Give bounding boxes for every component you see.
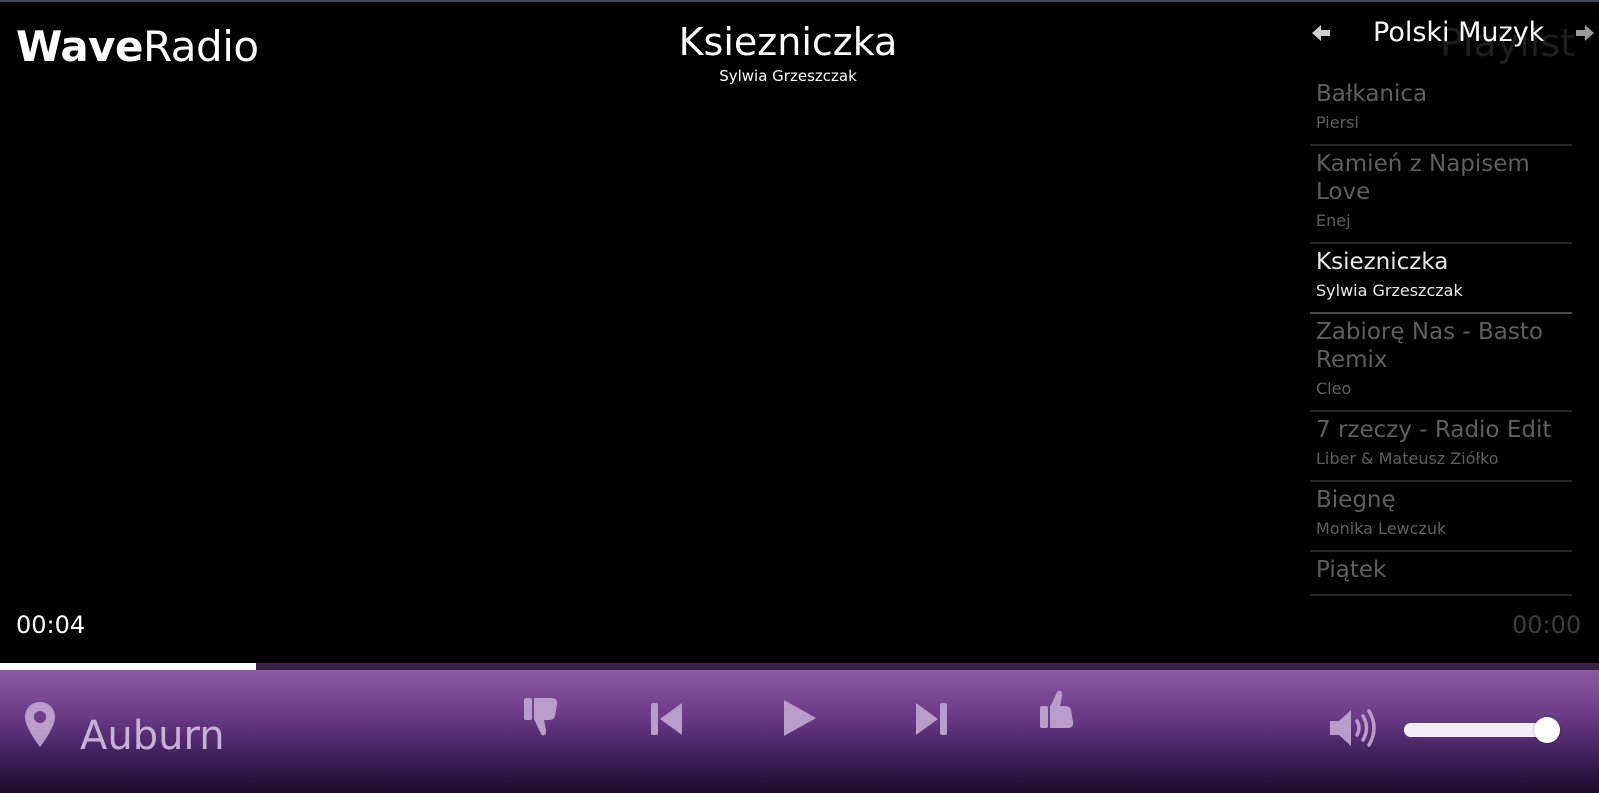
playlist-item-artist: Enej xyxy=(1316,211,1351,230)
volume-slider[interactable] xyxy=(1404,717,1560,743)
play-icon[interactable] xyxy=(780,698,818,738)
app-logo: WaveRadio xyxy=(16,22,259,72)
volume-slider-handle[interactable] xyxy=(1534,717,1560,743)
playlist-item-title: Piątek xyxy=(1316,557,1387,583)
playlist-item[interactable]: 7 rzeczy - Radio Edit Liber & Mateusz Zió… xyxy=(1310,412,1572,482)
playlist-item[interactable]: Kamień z Napisem Love Enej xyxy=(1310,146,1572,244)
progress-bar[interactable] xyxy=(0,663,1599,670)
thumbs-up-icon[interactable] xyxy=(1038,686,1078,732)
logo-wave: Wave xyxy=(16,22,144,71)
track-duration: 00:00 xyxy=(1512,611,1582,639)
playlist-item-artist: Sylwia Grzeszczak xyxy=(1316,281,1463,300)
skip-previous-icon[interactable] xyxy=(648,700,686,738)
playlist-item[interactable]: Piątek xyxy=(1310,552,1572,596)
playlist-item[interactable]: Bałkanica Piersi xyxy=(1310,76,1572,146)
playlist-item-title: Kamień z Napisem Love xyxy=(1316,151,1530,205)
map-pin-icon xyxy=(22,700,58,750)
playlist-item-title: Ksiezniczka xyxy=(1316,249,1449,275)
playlist-item[interactable]: Biegnę Monika Lewczuk xyxy=(1310,482,1572,552)
volume-icon[interactable] xyxy=(1328,706,1378,750)
thumbs-down-icon[interactable] xyxy=(522,694,562,740)
control-bar: Auburn xyxy=(0,670,1599,793)
playlist-item-title: Zabiorę Nas - Basto Remix xyxy=(1316,319,1543,373)
location-city: Auburn xyxy=(80,713,225,759)
now-playing-title: Ksiezniczka xyxy=(678,20,898,64)
playlist-item-artist: Monika Lewczuk xyxy=(1316,519,1447,538)
progress-fill xyxy=(0,663,256,670)
playlist-item-title: 7 rzeczy - Radio Edit xyxy=(1316,417,1552,443)
now-playing-artist: Sylwia Grzeszczak xyxy=(719,67,857,85)
playlist-selector: Polski Muzyk xyxy=(1310,14,1599,54)
playlist-item-title: Biegnę xyxy=(1316,487,1396,513)
logo-radio: Radio xyxy=(143,22,259,71)
arrow-left-icon[interactable] xyxy=(1310,22,1332,44)
playlist-item[interactable]: Ksiezniczka Sylwia Grzeszczak xyxy=(1310,244,1572,314)
volume-fill xyxy=(1404,723,1547,737)
playlist-list: Bałkanica Piersi Kamień z Napisem Love Enej… xyxy=(1310,76,1572,663)
playlist-item-artist: Piersi xyxy=(1316,113,1359,132)
playlist-item[interactable]: Zabiorę Nas - Basto Remix Cleo xyxy=(1310,314,1572,412)
window-top-border xyxy=(0,0,1599,2)
playlist-item-title: Bałkanica xyxy=(1316,81,1428,107)
skip-next-icon[interactable] xyxy=(912,700,950,738)
playlist-item-artist: Liber & Mateusz Ziółko xyxy=(1316,449,1499,468)
playlist-item-artist: Cleo xyxy=(1316,379,1352,398)
playlist-name: Polski Muzyk xyxy=(1373,17,1545,48)
elapsed-time: 00:04 xyxy=(16,611,86,639)
arrow-right-icon[interactable] xyxy=(1574,22,1596,44)
